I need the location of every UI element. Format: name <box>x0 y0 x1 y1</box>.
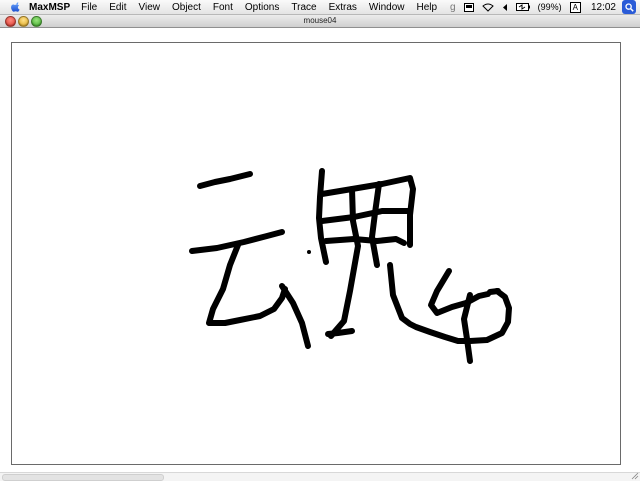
stroke <box>369 181 382 268</box>
window-titlebar[interactable]: mouse04 <box>0 15 640 28</box>
spotlight-icon[interactable] <box>622 0 636 14</box>
volume-icon[interactable] <box>502 3 508 12</box>
wifi-icon[interactable] <box>481 3 494 12</box>
battery-percent: (99%) <box>537 2 562 12</box>
stroke-dot <box>307 250 311 254</box>
menu-object[interactable]: Object <box>172 2 201 13</box>
menu-clock[interactable]: 12:02 <box>591 2 616 13</box>
stroke <box>279 283 311 349</box>
display-icon[interactable] <box>463 2 474 12</box>
stroke <box>461 292 473 364</box>
input-menu-icon[interactable]: A <box>569 1 581 13</box>
menu-bar: MaxMSP File Edit View Object Font Option… <box>0 0 640 15</box>
stroke <box>428 268 491 316</box>
resize-grip-icon[interactable] <box>631 472 639 480</box>
menu-trace[interactable]: Trace <box>291 2 316 13</box>
menu-app-name[interactable]: MaxMSP <box>29 2 70 13</box>
menu-font[interactable]: Font <box>213 2 233 13</box>
menu-edit[interactable]: Edit <box>109 2 126 13</box>
input-menu-label: A <box>572 2 578 12</box>
stroke <box>487 288 501 295</box>
drawing-canvas[interactable] <box>11 42 621 465</box>
menu-help[interactable]: Help <box>417 2 438 13</box>
stroke <box>319 208 413 224</box>
stroke <box>316 168 329 265</box>
menu-options[interactable]: Options <box>245 2 279 13</box>
stroke <box>325 328 355 337</box>
window-content <box>0 28 640 481</box>
apple-menu-icon[interactable] <box>9 0 23 14</box>
battery-icon[interactable] <box>515 3 530 11</box>
drawing-strokes <box>189 168 512 364</box>
stroke <box>206 242 288 326</box>
stroke <box>328 186 361 339</box>
menu-extras-area: g (99%) A 12:02 <box>446 0 640 14</box>
stroke <box>387 262 512 344</box>
stroke <box>323 236 407 246</box>
menu-extras[interactable]: Extras <box>329 2 357 13</box>
menu-window[interactable]: Window <box>369 2 405 13</box>
window-title: mouse04 <box>303 16 337 25</box>
stroke <box>197 171 253 189</box>
menu-file[interactable]: File <box>81 2 97 13</box>
menu-view[interactable]: View <box>138 2 160 13</box>
status-glyph[interactable]: g <box>450 2 456 13</box>
